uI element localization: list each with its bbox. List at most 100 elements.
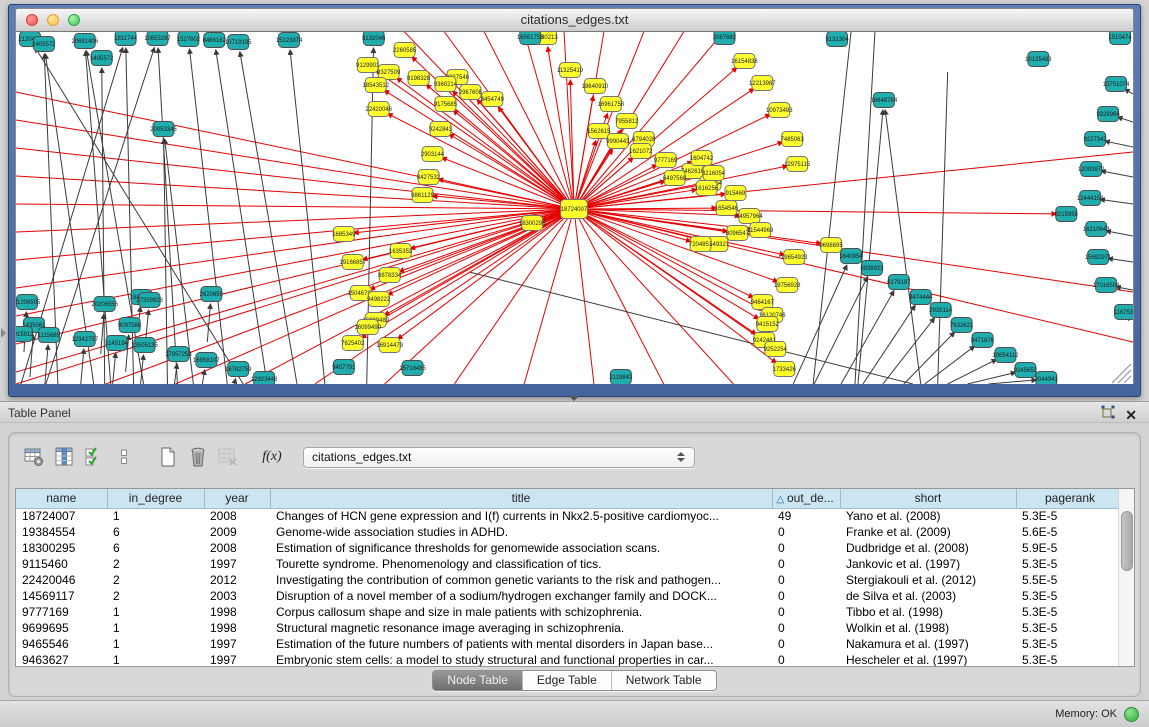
graph-node[interactable]: 19756928 [774, 278, 801, 293]
graph-node[interactable]: 1167532 [1114, 305, 1133, 320]
table-row[interactable]: 946554611997Estimation of the future num… [16, 636, 1118, 652]
graph-node[interactable]: 16154838 [731, 54, 758, 69]
graph-node[interactable]: 17957253 [165, 347, 192, 362]
west-panel-collapse-handle[interactable] [1, 328, 6, 338]
graph-node[interactable]: 18640910 [582, 79, 609, 94]
graph-node[interactable]: 12093872 [1078, 162, 1105, 177]
graph-node[interactable]: 8215958 [1055, 207, 1079, 222]
graph-node[interactable]: 10653287 [144, 32, 171, 46]
graph-node[interactable]: 7625402 [341, 336, 365, 351]
graph-node[interactable]: 9097588 [118, 318, 142, 333]
graph-node[interactable]: 1616256 [695, 181, 719, 196]
graph-node[interactable]: 9474444 [909, 290, 933, 305]
graph-node[interactable]: 8198328 [407, 71, 431, 86]
graph-node[interactable]: 12975115 [784, 157, 811, 172]
graph-node[interactable]: 2087682 [713, 32, 737, 45]
graph-node[interactable]: 9777169 [654, 153, 678, 168]
graph-node[interactable]: 18543512 [362, 78, 389, 93]
row-options-icon[interactable] [109, 443, 139, 471]
canvas-resize-grip[interactable] [1112, 364, 1131, 383]
table-row[interactable]: 1456911722003Disruption of a novel membe… [16, 588, 1118, 604]
tab-edge-table[interactable]: Edge Table [522, 671, 611, 690]
graph-node[interactable]: 15123874 [276, 33, 303, 48]
graph-node[interactable]: 20691406 [71, 34, 98, 49]
graph-node[interactable]: 1640954 [839, 249, 863, 264]
graph-node[interactable]: 19654923 [781, 250, 808, 265]
graph-node[interactable]: 8131304 [825, 32, 849, 47]
graph-node[interactable]: 16099490 [354, 320, 381, 335]
graph-node[interactable]: 14957964 [736, 209, 763, 224]
graph-node[interactable]: 2119843 [609, 370, 632, 385]
graph-node[interactable]: 12342757 [71, 332, 98, 347]
graph-node[interactable]: 9245652 [1014, 363, 1038, 378]
graph-node[interactable]: 10125483 [1025, 52, 1052, 67]
column-header-pagerank[interactable]: pagerank [1016, 489, 1118, 508]
network-window-titlebar[interactable]: citations_edges.txt [15, 8, 1134, 32]
delete-selected-icon[interactable] [183, 443, 213, 471]
graph-node[interactable]: 8132046 [362, 32, 386, 46]
graph-node[interactable]: 1405572 [90, 51, 114, 66]
graph-node[interactable]: 9242843 [429, 122, 453, 137]
column-header-in-degree[interactable]: in_degree [107, 489, 204, 508]
graph-node[interactable]: 2935114 [929, 303, 952, 318]
table-row[interactable]: 969969511998Structural magnetic resonanc… [16, 620, 1118, 636]
graph-node[interactable]: 2620650 [200, 287, 224, 302]
graph-node[interactable]: 9498222 [367, 292, 391, 307]
graph-node[interactable]: 21206505 [16, 295, 41, 310]
tab-network-table[interactable]: Network Table [611, 671, 716, 690]
create-table-icon[interactable] [153, 443, 183, 471]
graph-node[interactable]: 915469 [725, 186, 746, 201]
table-row[interactable]: 1938455462009Genome-wide association stu… [16, 524, 1118, 540]
graph-node[interactable]: 15692971 [1085, 250, 1112, 265]
graph-node[interactable]: 17359928 [136, 293, 163, 308]
graph-node[interactable]: 9698695 [819, 238, 843, 253]
graph-node[interactable]: 7955812 [615, 114, 639, 129]
graph-node[interactable]: 7204851 [689, 237, 713, 252]
graph-node[interactable]: 2903144 [421, 147, 445, 162]
graph-node[interactable]: 15718485 [399, 361, 426, 376]
column-header-year[interactable]: year [204, 489, 270, 508]
graph-node[interactable]: 2260585 [393, 43, 417, 58]
graph-node[interactable]: 1811744 [114, 32, 137, 46]
graph-node[interactable]: 9990443 [606, 134, 630, 149]
table-row[interactable]: 1872400712008Changes of HCN gene express… [16, 508, 1118, 524]
graph-node[interactable]: 9415152 [756, 317, 780, 332]
graph-node[interactable]: 18300295 [519, 216, 546, 231]
graph-node[interactable]: 1510474 [1108, 32, 1132, 45]
float-panel-icon[interactable] [1101, 405, 1115, 424]
scrollbar-thumb[interactable] [1121, 511, 1133, 571]
network-canvas[interactable]: 1872400711325419186409101696175879558121… [15, 32, 1134, 384]
network-view-window[interactable]: citations_edges.txt 18724007113254191864… [8, 4, 1141, 397]
graph-node[interactable]: 9329966 [1096, 107, 1120, 122]
graph-node[interactable]: 1115689 [38, 328, 61, 343]
graph-node[interactable]: 15751074 [1103, 77, 1130, 92]
graph-node[interactable]: 6497568 [663, 171, 687, 186]
graph-node[interactable]: 16958107 [193, 353, 220, 368]
graph-node[interactable]: 16561758 [517, 32, 544, 45]
graph-node[interactable]: 9457791 [332, 360, 356, 375]
graph-node[interactable]: 9861129 [411, 188, 434, 203]
graph-node[interactable]: 3216054 [702, 166, 726, 181]
graph-node[interactable]: 8454749 [481, 92, 505, 107]
table-row[interactable]: 977716911998Corpus callosum shape and si… [16, 604, 1118, 620]
table-vertical-scrollbar[interactable] [1118, 489, 1134, 666]
graph-node[interactable]: 1527602 [177, 32, 201, 47]
graph-node[interactable]: 12923448 [251, 372, 278, 385]
graph-hub-node[interactable]: 18724007 [561, 200, 588, 219]
graph-node[interactable]: 2967608 [459, 85, 483, 100]
graph-node[interactable]: 8096547 [726, 226, 750, 241]
graph-node[interactable]: 22420046 [365, 102, 392, 117]
graph-node[interactable]: 9360214 [434, 77, 458, 92]
graph-node[interactable]: 20206556 [91, 297, 118, 312]
graph-node[interactable]: 10719195 [225, 35, 252, 50]
graph-node[interactable]: 1604742 [690, 151, 714, 166]
graph-node[interactable]: 12213987 [749, 76, 776, 91]
column-header-out-de-[interactable]: △ out_de... [772, 489, 840, 508]
delete-table-icon-disabled[interactable] [213, 443, 243, 471]
column-header-title[interactable]: title [270, 489, 772, 508]
graph-node[interactable]: 8938923 [860, 261, 884, 276]
graph-node[interactable]: 7485063 [781, 132, 805, 147]
graph-node[interactable]: 8427532 [417, 170, 441, 185]
network-canvas-svg[interactable]: 1872400711325419186409101696175879558121… [16, 32, 1133, 384]
graph-node[interactable]: 12444154 [1077, 191, 1104, 206]
